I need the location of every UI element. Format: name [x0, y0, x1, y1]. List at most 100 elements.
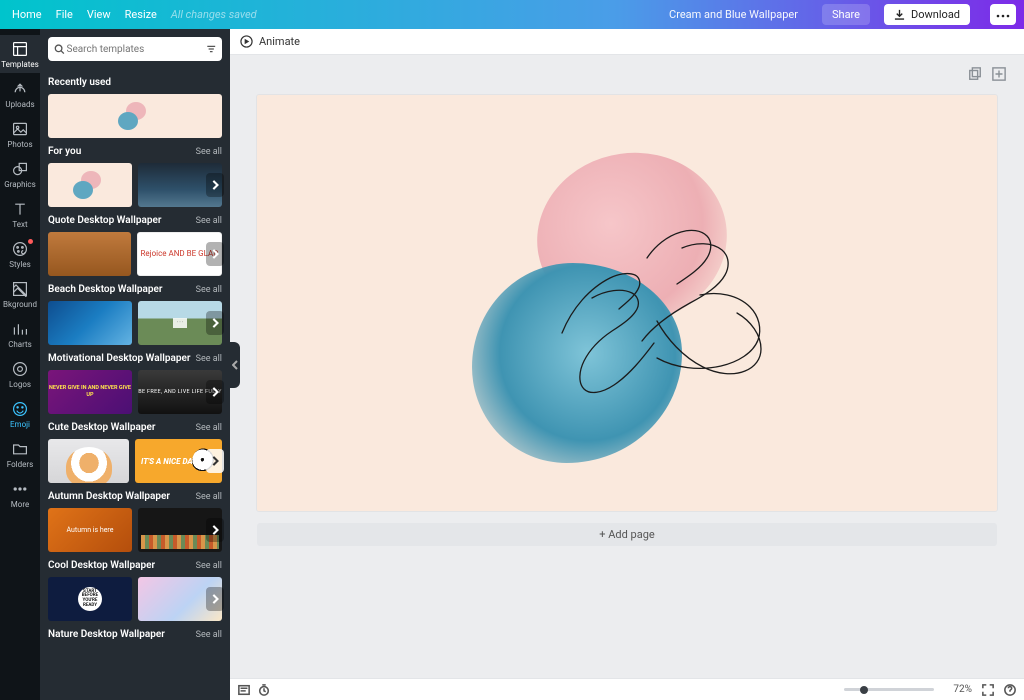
template-thumb[interactable]	[48, 94, 222, 138]
document-name[interactable]: Cream and Blue Wallpaper	[669, 8, 798, 21]
rail-bkground[interactable]: Bkground	[0, 275, 40, 313]
menu-view[interactable]: View	[87, 8, 111, 21]
row-next-button[interactable]	[206, 311, 224, 335]
section-title: Autumn Desktop Wallpaper	[48, 491, 170, 502]
search-box[interactable]	[48, 37, 222, 61]
home-label: Home	[12, 8, 42, 21]
add-page-button[interactable]: + Add page	[257, 523, 997, 546]
rail-logos[interactable]: Logos	[0, 355, 40, 393]
emoji-icon	[12, 401, 28, 417]
template-thumb[interactable]	[48, 163, 132, 207]
rail-label: Emoji	[10, 420, 30, 429]
rail-styles[interactable]: Styles	[0, 235, 40, 273]
bkground-icon	[12, 281, 28, 297]
rail-label: Templates	[1, 60, 38, 69]
logos-icon	[12, 361, 28, 377]
see-all-link[interactable]: See all	[196, 216, 222, 226]
help-icon[interactable]	[1004, 684, 1016, 696]
see-all-link[interactable]: See all	[196, 423, 222, 433]
notes-icon[interactable]	[238, 684, 250, 696]
template-thumb[interactable]: START BEFORE YOU'RE READY	[48, 577, 132, 621]
see-all-link[interactable]: See all	[196, 492, 222, 502]
rail-label: More	[11, 500, 29, 509]
rail-label: Charts	[8, 340, 32, 349]
graphics-icon	[12, 161, 28, 177]
section-title: Beach Desktop Wallpaper	[48, 284, 163, 295]
styles-icon	[12, 241, 28, 257]
rail-label: Styles	[9, 260, 30, 269]
hands-lineart	[532, 203, 792, 423]
see-all-link[interactable]: See all	[196, 561, 222, 571]
template-thumb[interactable]: Autumn is here	[48, 508, 132, 552]
rail-label: Text	[12, 220, 27, 229]
ellipsis-icon	[996, 14, 1010, 18]
rail-charts[interactable]: Charts	[0, 315, 40, 353]
design-page[interactable]	[257, 95, 997, 511]
footer-bar: 72%	[230, 678, 1024, 700]
canvas-viewport[interactable]: + Add page	[230, 55, 1024, 678]
row-next-button[interactable]	[206, 587, 224, 611]
more-button[interactable]	[990, 4, 1016, 25]
rail-label: Folders	[7, 460, 33, 469]
rail-more[interactable]: More	[0, 475, 40, 513]
photos-icon	[12, 121, 28, 137]
section-title: Cute Desktop Wallpaper	[48, 422, 155, 433]
see-all-link[interactable]: See all	[196, 354, 222, 364]
see-all-link[interactable]: See all	[196, 630, 222, 640]
zoom-value: 72%	[944, 684, 972, 695]
canvas-toolbar: Animate	[230, 29, 1024, 55]
more-icon	[12, 481, 28, 497]
search-icon	[54, 43, 65, 55]
canvas-area: Animate + Add page	[230, 29, 1024, 700]
text-icon	[12, 201, 28, 217]
template-thumb[interactable]	[48, 301, 132, 345]
main-area: Templates Uploads Photos Graphics Text S…	[0, 29, 1024, 700]
menu-file[interactable]: File	[56, 8, 73, 21]
row-next-button[interactable]	[206, 449, 224, 473]
animate-icon	[240, 35, 253, 48]
uploads-icon	[12, 81, 28, 97]
see-all-link[interactable]: See all	[196, 285, 222, 295]
download-icon	[894, 9, 905, 20]
rail-label: Uploads	[5, 100, 34, 109]
menu-resize[interactable]: Resize	[125, 8, 157, 21]
section-title: Cool Desktop Wallpaper	[48, 560, 155, 571]
section-title: Recently used	[48, 77, 111, 88]
templates-panel: Recently used For youSee all Quote Deskt…	[40, 29, 230, 700]
rail-uploads[interactable]: Uploads	[0, 75, 40, 113]
zoom-slider[interactable]	[844, 688, 934, 691]
templates-icon	[12, 41, 28, 57]
share-button[interactable]: Share	[822, 4, 870, 25]
template-thumb[interactable]	[48, 439, 129, 483]
fullscreen-icon[interactable]	[982, 684, 994, 696]
search-input[interactable]	[65, 43, 202, 56]
artwork[interactable]	[477, 143, 777, 463]
see-all-link[interactable]: See all	[196, 147, 222, 157]
folders-icon	[12, 441, 28, 457]
row-next-button[interactable]	[206, 518, 224, 542]
rail-photos[interactable]: Photos	[0, 115, 40, 153]
rail-templates[interactable]: Templates	[0, 35, 40, 73]
rail-label: Bkground	[3, 300, 37, 309]
section-title: Motivational Desktop Wallpaper	[48, 353, 190, 364]
row-next-button[interactable]	[206, 173, 224, 197]
panel-scroll[interactable]: Recently used For youSee all Quote Deskt…	[40, 69, 230, 700]
rail-text[interactable]: Text	[0, 195, 40, 233]
rail-emoji[interactable]: Emoji	[0, 395, 40, 433]
row-next-button[interactable]	[206, 242, 224, 266]
rail-label: Photos	[7, 140, 32, 149]
rail-graphics[interactable]: Graphics	[0, 155, 40, 193]
rail-folders[interactable]: Folders	[0, 435, 40, 473]
duplicate-page-icon[interactable]	[968, 67, 982, 81]
row-next-button[interactable]	[206, 380, 224, 404]
template-thumb[interactable]	[48, 232, 131, 276]
filter-icon[interactable]	[206, 43, 217, 55]
download-button[interactable]: Download	[884, 4, 970, 25]
page-tools	[968, 67, 1006, 81]
add-page-icon[interactable]	[992, 67, 1006, 81]
template-thumb[interactable]: NEVER GIVE IN AND NEVER GIVE UP	[48, 370, 132, 414]
duration-icon[interactable]	[258, 684, 270, 696]
rail-label: Graphics	[4, 180, 36, 189]
animate-button[interactable]: Animate	[240, 35, 300, 48]
home-button[interactable]: Home	[8, 8, 42, 21]
